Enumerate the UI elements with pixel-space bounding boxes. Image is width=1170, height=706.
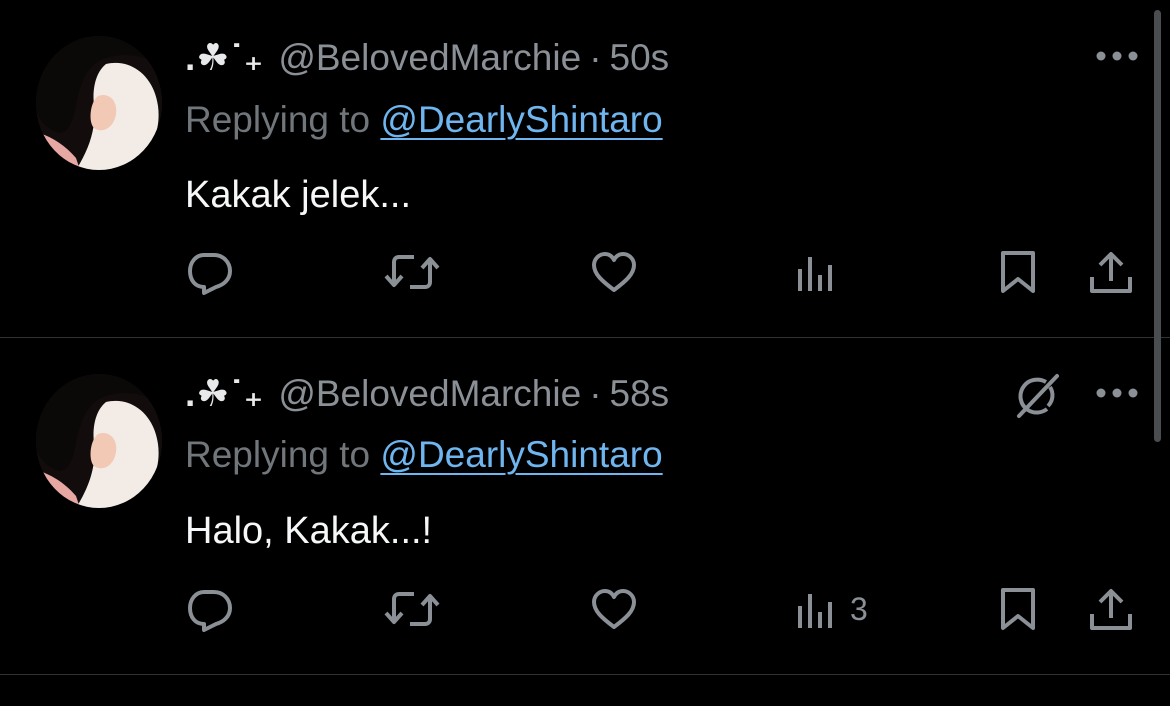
separator-dot: · bbox=[589, 373, 602, 414]
bookmark-button[interactable] bbox=[997, 584, 1039, 634]
views-icon bbox=[798, 594, 832, 628]
reply-button[interactable] bbox=[186, 584, 234, 634]
reply-icon bbox=[188, 590, 232, 632]
more-icon bbox=[1096, 388, 1138, 398]
replying-to-line: Replying to @DearlyShintaro bbox=[185, 433, 663, 477]
divider bbox=[0, 674, 1170, 675]
like-button[interactable] bbox=[590, 584, 638, 634]
retweet-icon bbox=[384, 592, 440, 626]
replying-to-link[interactable]: @DearlyShintaro bbox=[380, 434, 662, 475]
tweet-actions: 3 bbox=[0, 584, 1170, 634]
display-name[interactable]: .☘︎˙₊ bbox=[185, 373, 264, 414]
avatar[interactable] bbox=[36, 374, 162, 508]
avatar-image bbox=[36, 374, 162, 508]
scrollbar[interactable] bbox=[1154, 10, 1161, 442]
replying-to-label: Replying to bbox=[185, 434, 371, 475]
tweet-header: .☘︎˙₊ @BelovedMarchie · 58s bbox=[185, 372, 669, 416]
tweet-text: Halo, Kakak...! bbox=[185, 510, 433, 552]
share-icon bbox=[1090, 589, 1132, 630]
retweet-button[interactable] bbox=[384, 584, 440, 634]
like-icon bbox=[592, 589, 636, 629]
user-handle[interactable]: @BelovedMarchie bbox=[278, 373, 581, 414]
more-options-button[interactable] bbox=[1092, 373, 1142, 413]
bookmark-icon bbox=[1001, 588, 1035, 630]
tweet[interactable]: .☘︎˙₊ @BelovedMarchie · 58s Replying to @De… bbox=[0, 0, 1170, 706]
grok-button[interactable] bbox=[1012, 373, 1064, 419]
views-count: 3 bbox=[850, 590, 868, 627]
grok-icon bbox=[1017, 374, 1059, 418]
share-button[interactable] bbox=[1086, 584, 1136, 634]
timestamp[interactable]: 58s bbox=[610, 373, 670, 414]
views-button[interactable]: 3 bbox=[794, 584, 868, 634]
